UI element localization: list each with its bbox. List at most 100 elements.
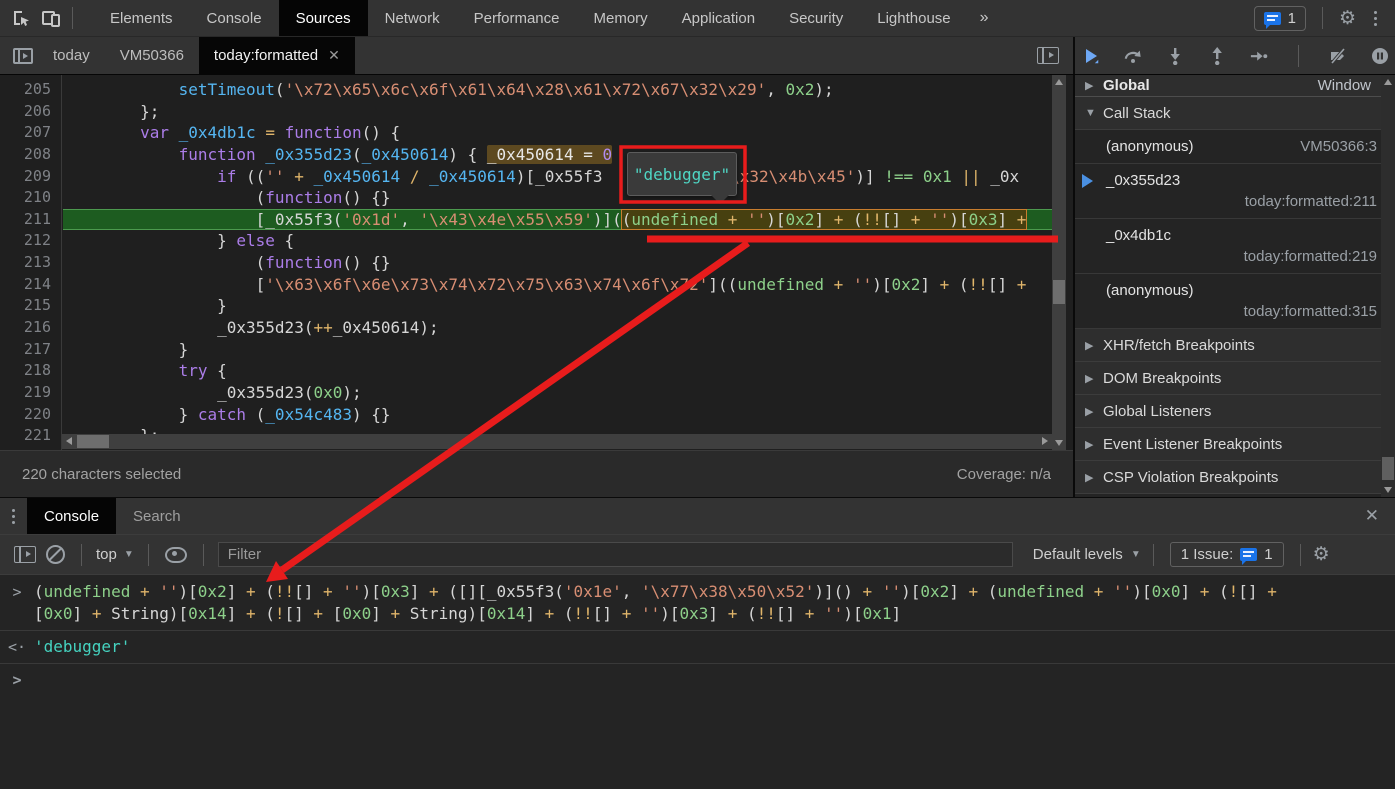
show-console-sidebar-icon[interactable] (14, 546, 36, 563)
code-line-208[interactable]: function _0x355d23(_0x450614) { _0x45061… (63, 144, 1052, 166)
line-number[interactable]: 213 (0, 252, 61, 274)
scroll-right-arrow-icon[interactable] (1042, 437, 1048, 445)
code-line-213[interactable]: (function() {} (63, 252, 1052, 274)
call-stack-frame[interactable]: _0x355d23today:formatted:211 (1075, 164, 1395, 219)
tab-console[interactable]: Console (190, 0, 279, 36)
code-line-219[interactable]: _0x355d23(0x0); (63, 382, 1052, 404)
step-into-button[interactable] (1166, 47, 1184, 65)
close-tab-icon[interactable]: ✕ (328, 47, 340, 64)
toggle-debugger-sidebar-icon[interactable] (1037, 47, 1059, 64)
tab-network[interactable]: Network (368, 0, 457, 36)
code-line-218[interactable]: try { (63, 360, 1052, 382)
tab-memory[interactable]: Memory (577, 0, 665, 36)
console-output[interactable]: > (undefined + '')[0x2] + (!![] + '')[0x… (0, 576, 1395, 789)
section-global-listeners[interactable]: ▶Global Listeners (1075, 395, 1395, 428)
line-number[interactable]: 217 (0, 339, 61, 361)
drawer-menu-kebab-icon[interactable] (0, 509, 27, 524)
javascript-context-select[interactable]: top ▼ (88, 546, 142, 563)
console-prompt-row[interactable]: > (0, 664, 1395, 696)
line-number-gutter[interactable]: 2052062072082092102112122132142152162172… (0, 75, 62, 450)
code-line-209[interactable]: if (('' + _0x450614 / _0x450614)[_0x55f3… (63, 166, 1052, 188)
call-stack-frame[interactable]: (anonymous)today:formatted:315 (1075, 274, 1395, 329)
section-event-listener-breakpoints[interactable]: ▶Event Listener Breakpoints (1075, 428, 1395, 461)
main-menu-kebab-icon[interactable] (1366, 11, 1385, 26)
file-tab-vm50366[interactable]: VM50366 (105, 37, 199, 74)
code-line-220[interactable]: } catch (_0x54c483) {} (63, 404, 1052, 426)
scroll-up-arrow-icon[interactable] (1384, 79, 1392, 85)
call-stack-frame[interactable]: _0x4db1ctoday:formatted:219 (1075, 219, 1395, 274)
tab-security[interactable]: Security (772, 0, 860, 36)
horizontal-scroll-thumb[interactable] (77, 435, 109, 448)
code-line-212[interactable]: } else { (63, 230, 1052, 252)
filter-input[interactable] (218, 542, 1013, 567)
code-line-215[interactable]: } (63, 295, 1052, 317)
code-line-211[interactable]: [_0x55f3('0x1d', '\x43\x4e\x55\x59')]((u… (63, 209, 1052, 231)
step-button[interactable] (1250, 47, 1268, 65)
code-line-214[interactable]: ['\x63\x6f\x6e\x73\x74\x72\x75\x63\x74\x… (63, 274, 1052, 296)
tab-application[interactable]: Application (665, 0, 772, 36)
code-area[interactable]: setTimeout('\x72\x65\x6c\x6f\x61\x64\x28… (63, 75, 1052, 450)
code-line-217[interactable]: } (63, 339, 1052, 361)
scroll-down-arrow-icon[interactable] (1384, 487, 1392, 493)
section-xhr-fetch-breakpoints[interactable]: ▶XHR/fetch Breakpoints (1075, 329, 1395, 362)
line-number[interactable]: 218 (0, 360, 61, 382)
line-number[interactable]: 211 (0, 209, 61, 231)
file-tab-today-formatted[interactable]: today:formatted✕ (199, 37, 355, 74)
scroll-down-arrow-icon[interactable] (1055, 440, 1063, 446)
line-number[interactable]: 220 (0, 404, 61, 426)
editor-vertical-scrollbar[interactable] (1052, 75, 1066, 450)
deactivate-breakpoints-button[interactable] (1329, 47, 1347, 65)
line-number[interactable]: 214 (0, 274, 61, 296)
more-tabs-button[interactable]: » (968, 9, 1001, 27)
tab-elements[interactable]: Elements (93, 0, 190, 36)
console-settings-gear-icon[interactable]: ⚙ (1313, 545, 1330, 564)
section-dom-breakpoints[interactable]: ▶DOM Breakpoints (1075, 362, 1395, 395)
editor-horizontal-scrollbar[interactable] (62, 434, 1052, 449)
file-tab-today[interactable]: today (38, 37, 105, 74)
step-out-button[interactable] (1208, 47, 1226, 65)
settings-gear-icon[interactable]: ⚙ (1339, 9, 1356, 28)
code-line-205[interactable]: setTimeout('\x72\x65\x6c\x6f\x61\x64\x28… (63, 79, 1052, 101)
line-number[interactable]: 205 (0, 79, 61, 101)
line-number[interactable]: 206 (0, 101, 61, 123)
code-line-216[interactable]: _0x355d23(++_0x450614); (63, 317, 1052, 339)
issues-button[interactable]: 1 (1254, 6, 1306, 31)
line-number[interactable]: 210 (0, 187, 61, 209)
sidebar-scroll-thumb[interactable] (1382, 457, 1394, 480)
call-stack-header[interactable]: ▼ Call Stack (1075, 97, 1395, 130)
issues-pill-button[interactable]: 1 Issue: 1 (1170, 542, 1284, 567)
line-number[interactable]: 212 (0, 230, 61, 252)
call-stack-frame[interactable]: (anonymous)VM50366:3 (1075, 130, 1395, 164)
log-levels-select[interactable]: Default levels ▼ (1027, 546, 1147, 563)
show-navigator-icon[interactable] (8, 42, 38, 70)
line-number[interactable]: 207 (0, 122, 61, 144)
resume-script-button[interactable] (1082, 47, 1100, 65)
tab-lighthouse[interactable]: Lighthouse (860, 0, 967, 36)
section-csp-violation-breakpoints[interactable]: ▶CSP Violation Breakpoints (1075, 461, 1395, 494)
scope-row-global[interactable]: ▶ Global Window (1075, 75, 1395, 97)
pause-on-exceptions-button[interactable] (1371, 47, 1389, 65)
code-line-210[interactable]: (function() {} (63, 187, 1052, 209)
scroll-left-arrow-icon[interactable] (66, 437, 72, 445)
create-live-expression-icon[interactable] (165, 547, 187, 563)
drawer-tab-search[interactable]: Search (116, 498, 198, 534)
console-result-entry[interactable]: <· 'debugger' (0, 631, 1395, 664)
code-line-206[interactable]: }; (63, 101, 1052, 123)
sidebar-scrollbar[interactable] (1381, 75, 1395, 497)
close-drawer-icon[interactable]: ✕ (1349, 506, 1395, 526)
tab-performance[interactable]: Performance (457, 0, 577, 36)
line-number[interactable]: 221 (0, 425, 61, 447)
clear-console-icon[interactable] (46, 545, 65, 564)
vertical-scroll-thumb[interactable] (1053, 280, 1065, 304)
scroll-up-arrow-icon[interactable] (1055, 79, 1063, 85)
console-input-entry[interactable]: > (undefined + '')[0x2] + (!![] + '')[0x… (0, 576, 1395, 631)
code-line-207[interactable]: var _0x4db1c = function() { (63, 122, 1052, 144)
tab-sources[interactable]: Sources (279, 0, 368, 36)
line-number[interactable]: 219 (0, 382, 61, 404)
drawer-tab-console[interactable]: Console (27, 498, 116, 534)
line-number[interactable]: 215 (0, 295, 61, 317)
line-number[interactable]: 208 (0, 144, 61, 166)
inspect-element-icon[interactable] (6, 4, 36, 32)
line-number[interactable]: 209 (0, 166, 61, 188)
device-toolbar-icon[interactable] (36, 4, 66, 32)
